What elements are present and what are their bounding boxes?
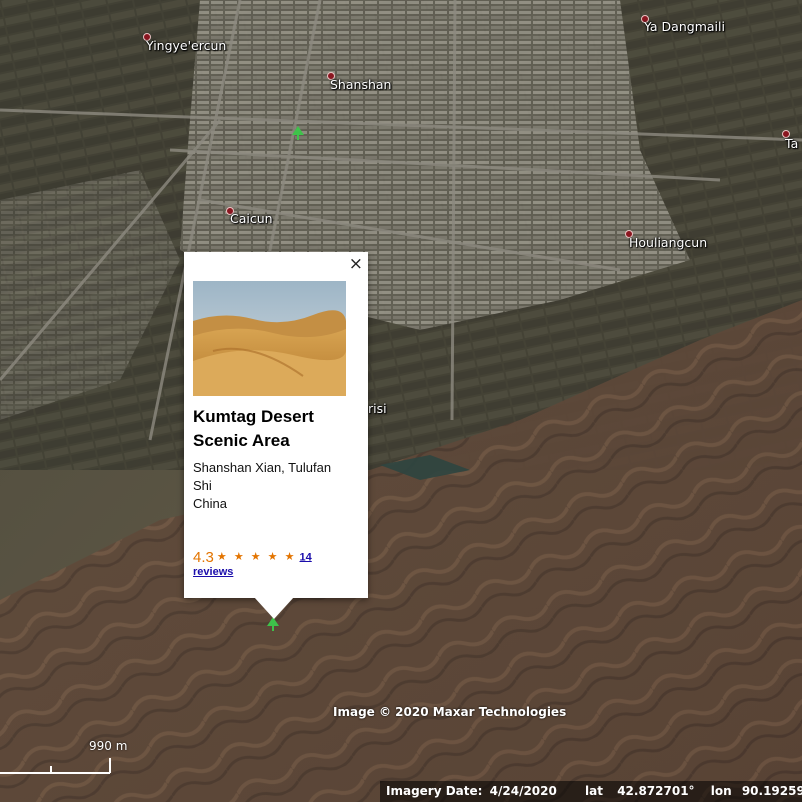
status-bar: Imagery Date: 4/24/2020 lat 42.872701° l… xyxy=(380,781,802,802)
place-label-shanshan[interactable]: Shanshan xyxy=(330,77,391,92)
place-title: Kumtag Desert Scenic Area xyxy=(193,407,314,450)
place-info-popup: × Kumtag Desert Scenic Area Shanshan Xia… xyxy=(184,252,368,598)
imagery-date-label: Imagery Date: xyxy=(386,784,483,798)
popup-tail xyxy=(254,597,294,619)
imagery-credit: Image © 2020 Maxar Technologies xyxy=(333,705,567,719)
place-label-ta[interactable]: Ta xyxy=(785,136,798,151)
selected-place-marker-icon[interactable] xyxy=(267,617,279,631)
place-photo[interactable] xyxy=(193,281,346,396)
place-info: Kumtag Desert Scenic Area Shanshan Xian,… xyxy=(193,405,348,513)
lon-value: 90.192594° xyxy=(741,784,802,798)
place-label-risi[interactable]: risi xyxy=(368,401,387,416)
imagery-date-value: 4/24/2020 xyxy=(489,784,557,798)
lat-value: 42.872701° xyxy=(617,784,695,798)
lon-label: lon xyxy=(710,784,732,798)
place-rating: 4.3 ★ ★ ★ ★ ★ 14 reviews xyxy=(193,550,353,580)
place-address: Shanshan Xian, Tulufan Shi China xyxy=(193,459,348,513)
address-line-2: China xyxy=(193,496,227,511)
place-label-houliangcun[interactable]: Houliangcun xyxy=(629,235,707,250)
satellite-map[interactable] xyxy=(0,0,802,802)
close-icon[interactable]: × xyxy=(349,255,363,273)
lat-label: lat xyxy=(585,784,603,798)
rating-stars-icon: ★ ★ ★ ★ ★ xyxy=(216,551,297,563)
rating-score: 4.3 xyxy=(193,549,214,566)
scale-label: 990 m xyxy=(89,739,128,753)
scale-bar xyxy=(0,758,111,774)
address-line-1: Shanshan Xian, Tulufan Shi xyxy=(193,460,332,493)
place-label-caicun[interactable]: Caicun xyxy=(230,211,273,226)
landmark-marker-icon[interactable] xyxy=(292,126,304,140)
place-label-yingyeercun[interactable]: Yingye'ercun xyxy=(146,38,226,53)
place-label-ya-dangmaili[interactable]: Ya Dangmaili xyxy=(644,19,725,34)
